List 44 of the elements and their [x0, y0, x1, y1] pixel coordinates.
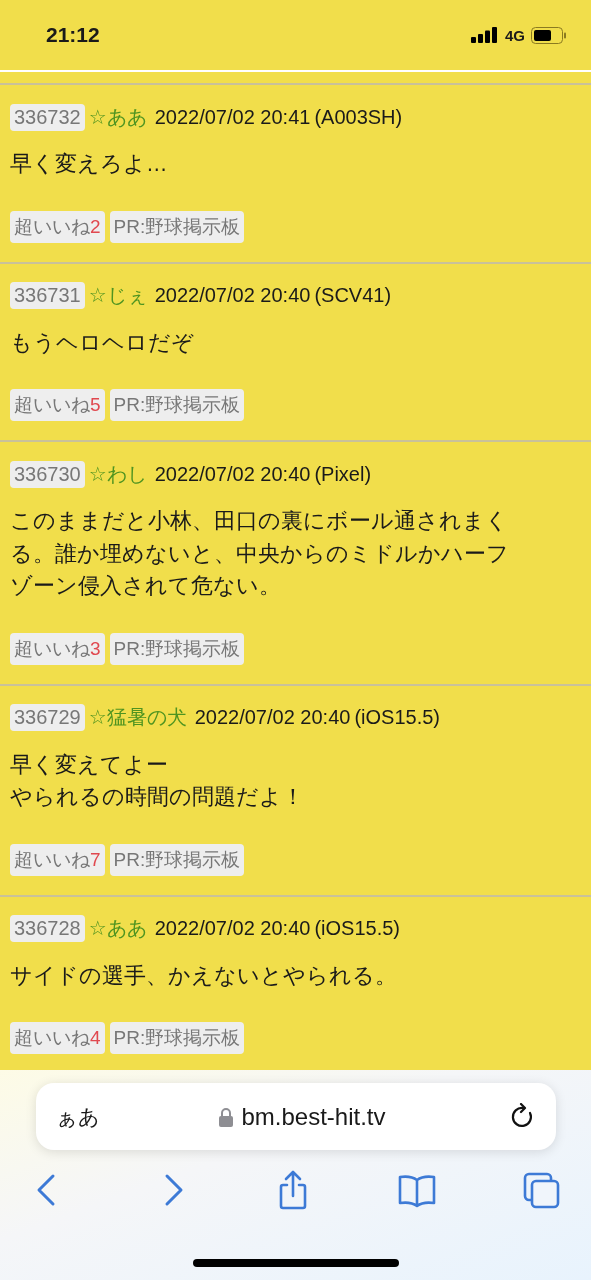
device-label: (iOS15.5)	[314, 917, 400, 940]
post-number[interactable]: 336729	[10, 704, 85, 731]
like-button[interactable]: 超いいね4	[10, 1022, 105, 1054]
post-date: 2022/07/02 20:40	[154, 462, 311, 486]
poster-name: ☆ああ	[88, 104, 147, 130]
clock-time: 21:12	[46, 23, 100, 47]
pr-link[interactable]: PR:野球掲示板	[109, 210, 245, 243]
poster-name: ☆ああ	[88, 916, 147, 941]
battery-icon	[531, 26, 567, 44]
post-number[interactable]: 336730	[10, 460, 85, 488]
post-text: 早く変えろよ…	[10, 151, 169, 178]
like-button[interactable]: 超いいね2	[10, 210, 105, 243]
post-text: このままだと小林、田口の裏にボール通されまく る。誰か埋めないと、中央からのミドルかハーフ ゾーン侵入されて危ない。	[10, 508, 510, 600]
post-date: 2022/07/02 20:40	[154, 284, 311, 307]
post-date: 2022/07/02 20:41	[154, 105, 311, 129]
like-button[interactable]: 超いいね5	[10, 389, 105, 421]
post-text: もうヘロヘロだぞ	[10, 329, 195, 357]
poster-name: ☆猛暑の犬	[88, 705, 187, 730]
text-size-button[interactable]: ぁあ	[55, 1102, 136, 1131]
post-text: サイドの選手、かえないとやられる。	[10, 962, 398, 990]
poster-name: ☆わし	[88, 461, 147, 487]
post-number[interactable]: 336728	[10, 915, 85, 942]
post-date: 2022/07/02 20:40	[194, 706, 351, 729]
like-button[interactable]: 超いいね7	[10, 843, 105, 876]
address-bar[interactable]: ぁあ bm.best-hit.tv	[35, 1083, 556, 1150]
post-number[interactable]: 336731	[10, 282, 85, 309]
pr-link[interactable]: PR:野球掲示板	[109, 389, 245, 421]
device-label: (SCV41)	[314, 284, 392, 307]
pr-link[interactable]: PR:野球掲示板	[109, 632, 245, 665]
post-number[interactable]: 336732	[10, 103, 85, 131]
like-button[interactable]: 超いいね3	[10, 632, 105, 665]
network-label: 4G	[505, 26, 525, 44]
url-text: bm.best-hit.tv	[241, 1102, 386, 1131]
poster-name: ☆じぇ	[88, 283, 147, 308]
signal-icon	[471, 27, 499, 43]
lock-icon	[219, 1106, 234, 1127]
post-date: 2022/07/02 20:40	[154, 917, 311, 940]
device-label: (A003SH)	[314, 105, 403, 129]
post-text: 早く変えてよー やられるの時間の問題だよ！	[10, 751, 305, 811]
pr-link[interactable]: PR:野球掲示板	[109, 843, 245, 876]
device-label: (Pixel)	[314, 462, 372, 486]
tabs-icon[interactable]	[522, 1170, 561, 1210]
device-label: (iOS15.5)	[354, 706, 440, 729]
pr-link[interactable]: PR:野球掲示板	[109, 1022, 245, 1054]
